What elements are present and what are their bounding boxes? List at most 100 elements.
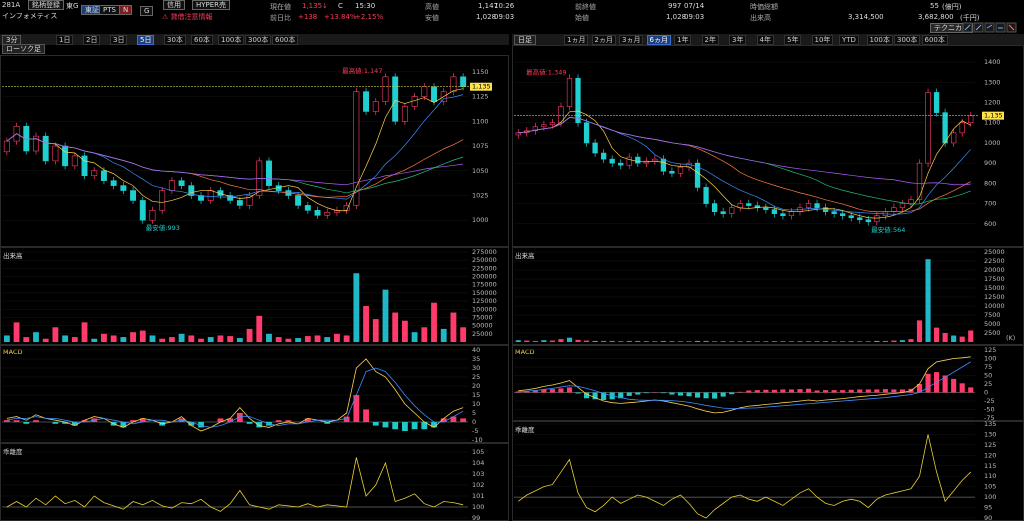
intraday-volume-bar-10 (101, 333, 107, 342)
daily-deviation-ytick-3: 105 (984, 483, 996, 491)
intraday-3min-price-candle-41 (401, 106, 408, 122)
intraday-volume-ytick-9: 250000 (472, 256, 497, 264)
daily-macd-hist-17 (660, 392, 666, 394)
daily-price-candle-45 (899, 203, 906, 208)
intraday-volume-bar-16 (159, 338, 166, 342)
daily-volume-bar-47 (916, 320, 923, 342)
intraday-3min-price-candle-31 (304, 205, 311, 211)
intraday-deviation-ytick-2: 101 (472, 492, 484, 500)
intraday-macd-hist-38 (372, 422, 379, 426)
daily-price-candle-11 (609, 158, 615, 164)
daily-volume-bar-48 (925, 259, 931, 342)
daily-volume-bar-7 (575, 339, 581, 342)
daily-volume-bar-29 (763, 341, 769, 342)
daily-volume-bar-8 (584, 340, 590, 342)
daily-deviation-ytick-7: 125 (984, 441, 996, 449)
daily-volume-ytick-1: 5000 (984, 320, 1001, 328)
intraday-volume-bar-38 (372, 319, 379, 342)
daily-volume-bar-17 (660, 340, 666, 342)
daily-macd-hist-31 (780, 389, 786, 393)
daily-price-candle-23 (711, 203, 718, 212)
intraday-macd-hist-41 (401, 422, 408, 431)
intraday-volume-bar-26 (256, 315, 263, 342)
intraday-volume-bar-31 (304, 336, 311, 342)
daily-volume-bar-40 (857, 341, 863, 342)
daily-volume-bar-43 (882, 340, 888, 342)
daily-macd-hist-25 (729, 392, 735, 395)
intraday-volume-ytick-4: 125000 (472, 297, 497, 305)
intraday-macd-ytick-0: -10 (472, 436, 483, 444)
intraday-volume-bar-29 (285, 338, 292, 342)
intraday-volume-bar-18 (178, 333, 185, 342)
intraday-3min-price-candle-18 (178, 180, 185, 186)
daily-macd-signal-line (518, 361, 971, 409)
daily-volume-ytick-3: 10000 (984, 302, 1005, 310)
daily-volume-ytick-5: 15000 (984, 284, 1005, 292)
daily-macd-hist-21 (694, 392, 701, 398)
intraday-3min-price-candle-25 (246, 195, 253, 206)
daily-volume-bar-38 (840, 341, 846, 342)
daily-price-candle-50 (942, 112, 948, 144)
daily-deviation-ytick-2: 100 (984, 493, 996, 501)
daily-volume-bar-34 (805, 341, 812, 342)
intraday-volume-bar-24 (236, 338, 243, 342)
daily-macd-hist-28 (754, 390, 760, 393)
daily-volume-bar-52 (959, 336, 965, 342)
intraday-macd-hist-40 (392, 422, 399, 430)
daily-volume-bar-16 (652, 341, 658, 342)
intraday-volume-bar-4 (42, 338, 49, 342)
daily-price-candle-51 (951, 132, 957, 144)
intraday-macd-ytick-4: 10 (472, 400, 480, 408)
charts-layer: 10001025105010751100112511501,135最高値:1,1… (2, 58, 1015, 521)
intraday-volume-ytick-6: 175000 (472, 281, 497, 289)
intraday-3min-price-candle-16 (159, 190, 166, 211)
intraday-volume-ytick-7: 200000 (472, 273, 497, 281)
daily-price-candle-44 (891, 207, 897, 212)
daily-volume-bar-27 (746, 341, 752, 342)
intraday-macd-ytick-2: 0 (472, 418, 476, 426)
intraday-macd-ytick-7: 25 (472, 373, 480, 381)
intraday-volume-ytick-3: 100000 (472, 305, 497, 313)
daily-price-candle-12 (618, 162, 624, 166)
daily-macd-ytick-8: 125 (984, 346, 996, 354)
daily-price-ytick-5: 1100 (984, 119, 1001, 127)
intraday-3min-price-ytick-3: 1075 (472, 142, 489, 150)
daily-macd-hist-6 (566, 387, 573, 393)
intraday-3min-price-ytick-2: 1050 (472, 167, 489, 175)
daily-volume-bar-49 (934, 327, 940, 342)
intraday-3min-price-candle-6 (62, 145, 69, 167)
daily-volume-bar-21 (694, 340, 701, 342)
intraday-volume-bar-1 (13, 322, 20, 342)
daily-macd-hist-53 (968, 387, 974, 393)
intraday-3min-price-candle-14 (139, 200, 146, 221)
intraday-3min-price-low-annotation: 最安値:993 (146, 223, 180, 232)
daily-macd-hist-7 (575, 392, 581, 394)
daily-macd-ytick-6: 75 (984, 363, 992, 371)
intraday-volume-bar-9 (91, 338, 98, 342)
intraday-volume-bar-22 (217, 335, 224, 342)
daily-deviation-ytick-6: 120 (984, 451, 996, 459)
intraday-volume-bar-37 (363, 306, 369, 342)
daily-price-candle-34 (805, 203, 812, 208)
intraday-3min-price-candle-21 (207, 190, 214, 201)
daily-price-candle-26 (737, 203, 743, 208)
intraday-volume-ytick-10: 275000 (472, 248, 497, 256)
daily-volume-bar-53 (968, 330, 974, 342)
intraday-volume-bar-6 (62, 335, 69, 342)
intraday-deviation-ytick-6: 105 (472, 448, 484, 456)
intraday-macd-hist-47 (460, 418, 467, 422)
daily-volume-bar-28 (754, 341, 760, 342)
intraday-3min-price-candle-38 (372, 101, 379, 112)
intraday-3min-price-candle-12 (120, 185, 127, 191)
daily-volume-ytick-4: 12500 (984, 293, 1005, 301)
daily-macd-hist-32 (788, 389, 795, 393)
daily-price-high-annotation: 最高値:1,349 (526, 67, 566, 76)
daily-price-candle-35 (814, 203, 820, 208)
intraday-3min-price-candle-47 (460, 76, 467, 88)
intraday-volume-bar-39 (382, 289, 389, 342)
intraday-deviation-line (6, 457, 464, 512)
daily-volume-bar-51 (951, 335, 957, 342)
daily-volume-ytick-6: 17500 (984, 275, 1005, 283)
daily-volume-ytick-7: 20000 (984, 266, 1005, 274)
intraday-macd-ytick-3: 5 (472, 409, 476, 417)
